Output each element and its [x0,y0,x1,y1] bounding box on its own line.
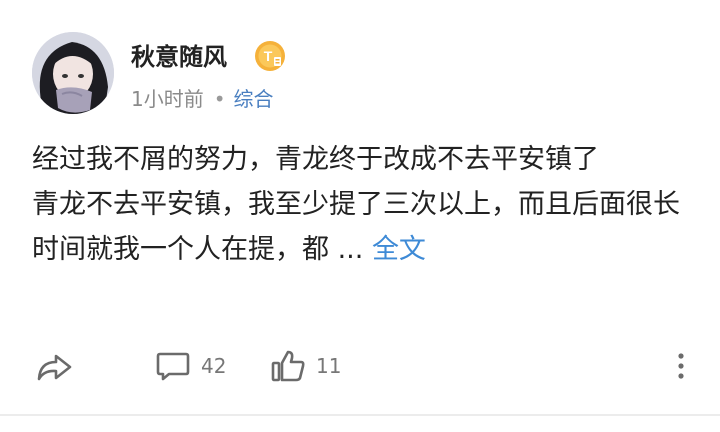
post-paragraph: 青龙不去平安镇，我至少提了三次以上，而且后面很长时间就我一个人在提，都 ... … [32,182,692,272]
read-more-link[interactable]: 全文 [372,234,426,265]
comment-icon [155,348,191,384]
post-meta: 1小时前 • 综合 [131,83,274,112]
post-content[interactable]: 经过我不屑的努力，青龙终于改成不去平安镇了 青龙不去平安镇，我至少提了三次以上，… [32,137,692,272]
comment-count: 42 [201,354,227,378]
divider [0,414,720,416]
comment-button[interactable]: 42 [155,342,226,390]
meta-separator: • [213,87,226,111]
svg-text:T: T [264,48,273,64]
more-vertical-icon [671,351,691,381]
action-bar: 42 11 [0,342,720,390]
like-count: 11 [316,354,342,378]
share-button[interactable] [34,342,74,390]
post-time: 1小时前 [131,87,204,111]
more-options-button[interactable] [671,342,691,390]
avatar[interactable] [32,32,114,114]
post-paragraph-text: 青龙不去平安镇，我至少提了三次以上，而且后面很长时间就我一个人在提，都 ... [32,189,680,265]
topic-link[interactable]: 综合 [234,87,274,111]
share-icon [34,346,74,386]
thumbs-up-icon [270,348,306,384]
username[interactable]: 秋意随风 [131,37,227,72]
like-button[interactable]: 11 [270,342,341,390]
t-badge-icon: T [254,40,286,72]
post-card: 秋意随风 T 1小时前 • 综合 经过我不屑的努力，青龙终于改成不去平安镇了 青龙不… [0,0,720,432]
post-paragraph: 经过我不屑的努力，青龙终于改成不去平安镇了 [32,144,599,175]
